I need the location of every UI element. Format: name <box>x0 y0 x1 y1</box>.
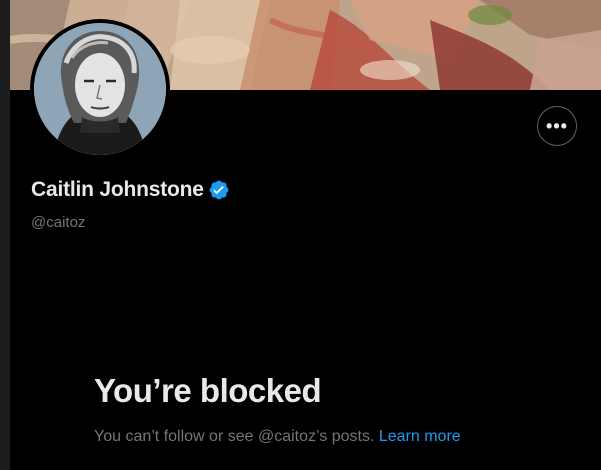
more-options-button[interactable]: ••• <box>537 106 577 146</box>
blocked-title: You’re blocked <box>94 372 322 409</box>
verified-badge-icon[interactable] <box>208 179 230 201</box>
profile-name-row: Caitlin Johnstone <box>31 178 230 202</box>
display-name: Caitlin Johnstone <box>31 178 204 201</box>
avatar-illustration <box>34 23 166 155</box>
blocked-message: You can’t follow or see @caitoz’s posts.… <box>94 428 461 446</box>
profile-handle: @caitoz <box>31 214 86 231</box>
learn-more-link[interactable]: Learn more <box>379 428 461 445</box>
avatar[interactable] <box>34 23 166 155</box>
blocked-message-text: You can’t follow or see @caitoz’s posts. <box>94 428 375 445</box>
more-horizontal-icon: ••• <box>546 115 568 136</box>
sidebar-edge <box>0 0 10 470</box>
